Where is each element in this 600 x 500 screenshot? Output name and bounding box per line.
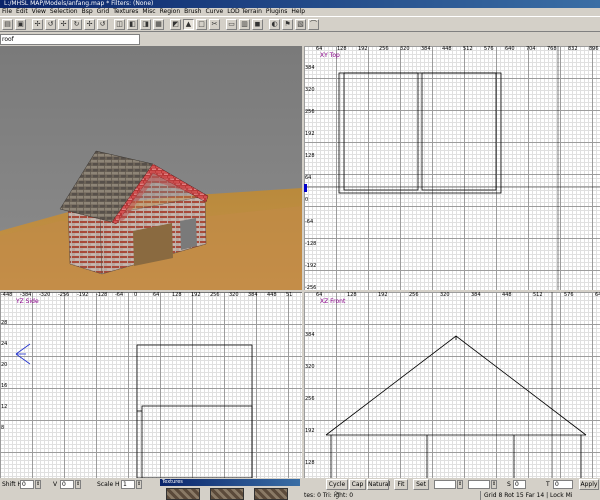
change-views-icon[interactable]: ▭ — [226, 19, 237, 30]
scale-h-label: Scale H — [97, 481, 120, 488]
rotate-y-icon[interactable]: ↻ — [71, 19, 82, 30]
yz-brushes — [0, 292, 302, 478]
entity-view-icon[interactable]: ⚑ — [282, 19, 293, 30]
xy-brushes — [304, 46, 600, 290]
fit-height-spinner[interactable]: ⇕ — [491, 480, 497, 489]
menu-item-help[interactable]: Help — [289, 8, 307, 16]
select-mode-icon[interactable]: ▲ — [183, 19, 194, 30]
texture-thumbnail[interactable] — [166, 488, 200, 500]
entity-name-field[interactable]: roof — [0, 34, 140, 45]
menu-item-textures[interactable]: Textures — [111, 8, 140, 16]
xy-top-view[interactable]: 64 128 192 256 320 384 448 512 576 640 704 768 832 89… — [304, 46, 600, 290]
menu-item-grid[interactable]: Grid — [95, 8, 112, 16]
s-field[interactable]: 0 — [513, 480, 526, 489]
scale-h-field[interactable]: 1 — [121, 480, 135, 489]
apply-button[interactable]: Apply — [579, 479, 599, 490]
flip-z-icon[interactable]: ✢ — [84, 19, 95, 30]
csg-subtract-icon[interactable]: ◩ — [170, 19, 181, 30]
menu-bar: File Edit View Selection Bsp Grid Textures Misc… — [0, 8, 600, 16]
camera-marker-icon[interactable] — [15, 343, 31, 365]
menu-item-misc[interactable]: Misc — [140, 8, 157, 16]
fit-height-field[interactable] — [468, 480, 490, 489]
yz-side-view[interactable]: -448 -384 -320 -256 -192 -128 -64 0 64 128 192 256 3… — [0, 292, 302, 478]
v-shift-label: V — [53, 481, 58, 488]
open-icon[interactable]: ▤ — [2, 19, 13, 30]
clipper-icon[interactable]: ✂ — [209, 19, 220, 30]
rotate-z-icon[interactable]: ↺ — [97, 19, 108, 30]
viewport-splitter-horizontal[interactable] — [0, 290, 600, 292]
t-field[interactable]: 0 — [553, 480, 573, 489]
t-label: T — [546, 481, 550, 488]
menu-item-brush[interactable]: Brush — [182, 8, 203, 16]
fit-width-field[interactable] — [434, 480, 456, 489]
select-partial-icon[interactable]: ◨ — [140, 19, 151, 30]
menu-item-plugins[interactable]: Plugins — [264, 8, 290, 16]
camera-view[interactable] — [0, 46, 302, 290]
menu-item-edit[interactable]: Edit — [14, 8, 30, 16]
set-button[interactable]: Set — [413, 479, 429, 490]
textures-window-title: Textures — [160, 479, 300, 486]
toolbar: ▤ ▣ ✢ ↺ ✢ ↻ ✢ ↺ ◫ ◧ ◨ ▦ ◩ ▲ □ ✂ ▭ ▥ ◼ ◐ … — [0, 16, 600, 32]
cube-clip-icon[interactable]: ◼ — [252, 19, 263, 30]
surface-inspector-bar: Shift H 0 ⇕ V 0 ⇕ Scale H 1 ⇕ Textures C… — [0, 478, 600, 500]
fit-width-spinner[interactable]: ⇕ — [457, 480, 463, 489]
select-complete-icon[interactable]: ◫ — [114, 19, 125, 30]
bend-icon[interactable]: ⌒ — [308, 19, 319, 30]
texture-thumbnail[interactable] — [210, 488, 244, 500]
cycle-button[interactable]: Cycle > — [326, 479, 348, 497]
natural-button[interactable]: Natural — [367, 479, 390, 490]
viewport-splitter-vertical[interactable] — [302, 46, 304, 478]
flip-x-icon[interactable]: ✢ — [32, 19, 43, 30]
s-label: S — [507, 481, 511, 488]
patch-icon[interactable]: ▧ — [295, 19, 306, 30]
save-icon[interactable]: ▣ — [15, 19, 26, 30]
menu-item-bsp[interactable]: Bsp — [80, 8, 95, 16]
select-touching-icon[interactable]: ◧ — [127, 19, 138, 30]
menu-item-selection[interactable]: Selection — [48, 8, 80, 16]
texture-thumbnail[interactable] — [254, 488, 288, 500]
xz-front-view[interactable]: 64128192256320384448512576640 3843202561… — [304, 292, 600, 478]
camera-render — [0, 46, 302, 290]
texture-view-icon[interactable]: ▥ — [239, 19, 250, 30]
flip-y-icon[interactable]: ✢ — [58, 19, 69, 30]
camera-mode-icon[interactable]: ◐ — [269, 19, 280, 30]
status-grid-info: Grid 8 Rot 15 Far 14 | Lock Mi — [480, 491, 600, 500]
select-inside-icon[interactable]: ▦ — [153, 19, 164, 30]
menu-item-file[interactable]: File — [0, 8, 14, 16]
h-shift-field[interactable]: 0 — [20, 480, 34, 489]
window-title: L:/MHSL MAP/Models/anfang.map * Filters:… — [0, 0, 600, 8]
cap-button[interactable]: Cap — [349, 479, 366, 490]
menu-item-curve[interactable]: Curve — [203, 8, 225, 16]
scale-h-spinner[interactable]: ⇕ — [136, 480, 142, 489]
entity-bar: roof — [0, 32, 600, 46]
v-shift-spinner[interactable]: ⇕ — [75, 480, 81, 489]
menu-item-region[interactable]: Region — [158, 8, 183, 16]
hollow-icon[interactable]: □ — [196, 19, 207, 30]
xz-brushes — [325, 292, 587, 478]
menu-item-view[interactable]: View — [30, 8, 48, 16]
h-shift-spinner[interactable]: ⇕ — [35, 480, 41, 489]
rotate-x-icon[interactable]: ↺ — [45, 19, 56, 30]
v-shift-field[interactable]: 0 — [60, 480, 74, 489]
fit-button[interactable]: Fit — [394, 479, 408, 490]
menu-item-lod-terrain[interactable]: LOD Terrain — [225, 8, 264, 16]
status-brush-info: tes: 0 Tri: ight: 0 — [304, 492, 354, 499]
